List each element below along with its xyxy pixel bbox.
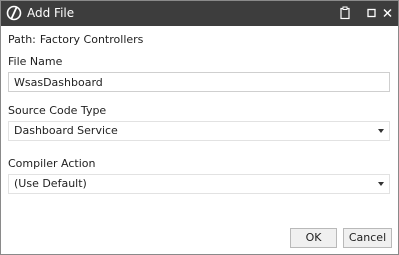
maximize-icon[interactable] xyxy=(365,6,379,20)
app-logo-icon xyxy=(6,5,22,21)
chevron-down-icon xyxy=(377,128,385,134)
path-value: Factory Controllers xyxy=(39,33,144,46)
file-name-input[interactable] xyxy=(8,72,390,92)
add-file-dialog: Add File Path: Factory Controllers File N… xyxy=(0,0,399,255)
path-label: Path: xyxy=(8,33,36,46)
source-code-type-label: Source Code Type xyxy=(8,104,107,117)
title-bar[interactable]: Add File xyxy=(1,1,398,26)
compiler-action-value: (Use Default) xyxy=(14,177,87,190)
cancel-button[interactable]: Cancel xyxy=(343,228,392,248)
compiler-action-label: Compiler Action xyxy=(8,157,96,170)
file-name-label: File Name xyxy=(8,55,63,68)
source-code-type-select[interactable]: Dashboard Service xyxy=(8,121,390,141)
chevron-down-icon xyxy=(377,181,385,187)
source-code-type-value: Dashboard Service xyxy=(14,124,118,137)
path-info: Path: Factory Controllers xyxy=(8,33,147,47)
ok-button[interactable]: OK xyxy=(290,228,337,248)
window-title: Add File xyxy=(27,6,75,20)
close-icon[interactable] xyxy=(381,6,395,20)
clipboard-icon[interactable] xyxy=(338,6,352,20)
compiler-action-select[interactable]: (Use Default) xyxy=(8,174,390,194)
